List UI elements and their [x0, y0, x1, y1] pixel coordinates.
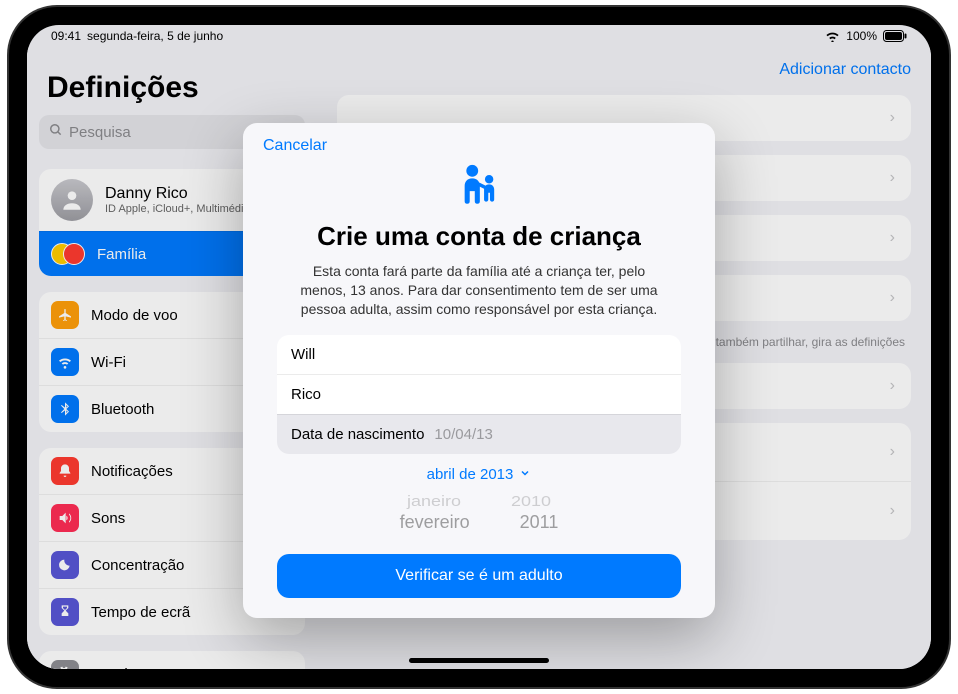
month-year-label: abril de 2013 — [427, 466, 514, 483]
dob-field[interactable]: Data de nascimento 10/04/13 — [277, 414, 681, 454]
family-icon — [263, 159, 695, 213]
sheet-description: Esta conta fará parte da família até a c… — [289, 262, 669, 319]
wheel-month: fevereiro — [400, 512, 470, 533]
wheel-month: janeiro — [407, 493, 461, 510]
month-year-selector[interactable]: abril de 2013 — [263, 466, 695, 483]
sheet-title: Crie uma conta de criança — [263, 221, 695, 252]
wheel-year: 2011 — [520, 512, 559, 533]
chevron-down-icon — [519, 466, 531, 483]
child-form: Will Rico Data de nascimento 10/04/13 — [277, 335, 681, 454]
screen: 09:41 segunda-feira, 5 de junho 100% Def… — [27, 25, 931, 669]
cancel-button[interactable]: Cancelar — [263, 137, 327, 155]
date-picker-wheel[interactable]: janeiro 2010 fevereiro 2011 — [263, 491, 695, 537]
dob-value: 10/04/13 — [434, 426, 492, 443]
device-frame: 09:41 segunda-feira, 5 de junho 100% Def… — [9, 7, 949, 687]
home-indicator[interactable] — [409, 658, 549, 663]
create-child-account-sheet: Cancelar Crie uma conta de criança Esta … — [243, 123, 715, 618]
dob-label: Data de nascimento — [291, 426, 424, 443]
wheel-year: 2010 — [511, 493, 551, 510]
last-name-field[interactable]: Rico — [277, 374, 681, 414]
first-name-value: Will — [291, 346, 315, 363]
first-name-field[interactable]: Will — [277, 335, 681, 374]
verify-adult-button[interactable]: Verificar se é um adulto — [277, 554, 681, 598]
last-name-value: Rico — [291, 386, 321, 403]
